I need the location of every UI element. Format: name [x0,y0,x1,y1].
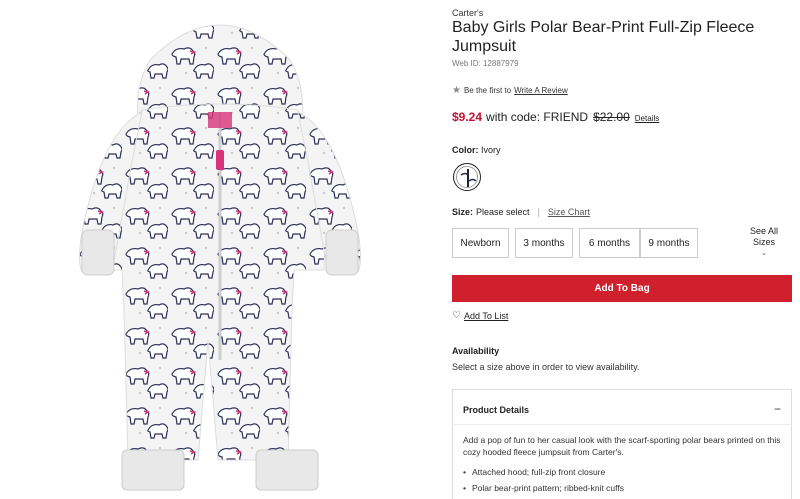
star-icon: ★ [452,85,461,96]
size-option-9-months[interactable]: 9 months [640,228,698,258]
swatch-image [456,166,478,188]
size-label-row: Size: Please select | Size Chart [452,207,590,217]
brand-name[interactable]: Carter's [452,8,483,18]
original-price: $22.00 [593,110,630,124]
jumpsuit-illustration [79,24,361,491]
see-all-sizes-toggle[interactable]: See All Sizes ⌄ [738,226,790,259]
product-features-list: Attached hood; full-zip front closure Po… [463,464,783,496]
color-label: Color: [452,145,479,155]
swatch-pattern-icon [457,167,477,187]
price-details-link[interactable]: Details [635,114,659,123]
collapse-minus-icon[interactable]: − [774,402,781,416]
divider: | [537,207,540,217]
chevron-down-icon: ⌄ [761,250,767,257]
size-value: Please select [476,207,530,217]
availability-text: Select a size above in order to view ava… [452,362,640,372]
rating-prefix: Be the first to [463,86,512,95]
product-title: Baby Girls Polar Bear-Print Full-Zip Fle… [452,19,755,55]
size-option-6-months[interactable]: 6 months [579,228,640,258]
size-option-newborn[interactable]: Newborn [452,228,509,258]
add-to-bag-button[interactable]: Add To Bag [452,275,792,302]
promo-code-text: with code: FRIEND [486,110,589,124]
product-description: Add a pop of fun to her casual look with… [463,435,781,457]
rating-row: ★ Be the first to Write A Review [452,85,568,96]
write-review-link[interactable]: Write A Review [514,86,568,95]
add-to-list-link[interactable]: ♡ Add To List [452,310,508,321]
size-label: Size: [452,207,474,217]
color-label-row: Color: Ivory [452,145,501,155]
color-swatch-ivory[interactable] [453,163,481,191]
product-details-accordion: Product Details − Add a pop of fun to he… [452,389,792,499]
product-details-title[interactable]: Product Details [463,405,529,415]
color-value: Ivory [481,145,501,155]
list-item: Polar bear-print pattern; ribbed-knit cu… [463,480,783,496]
price-row: $9.24 with code: FRIEND $22.00 Details [452,110,659,124]
size-option-3-months[interactable]: 3 months [515,228,573,258]
size-chart-link[interactable]: Size Chart [548,207,590,217]
see-all-sizes-label: See All Sizes [749,226,779,247]
add-to-list-label: Add To List [463,310,509,321]
heart-icon: ♡ [452,310,461,321]
web-id: Web ID: 12887979 [452,59,519,68]
sale-price: $9.24 [452,110,483,124]
product-image[interactable] [30,0,410,499]
list-item: Attached hood; full-zip front closure [463,464,783,480]
divider [453,424,791,425]
availability-title: Availability [452,346,500,356]
